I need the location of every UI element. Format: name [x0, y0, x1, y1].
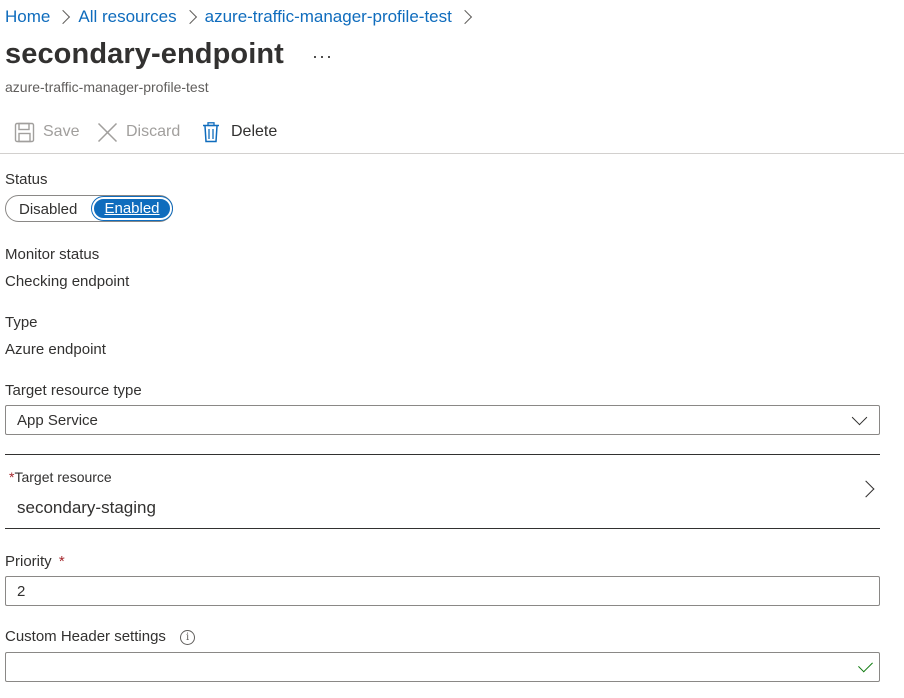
status-label: Status: [5, 171, 48, 188]
target-resource-type-dropdown[interactable]: App Service: [5, 405, 880, 435]
custom-header-input[interactable]: [5, 652, 880, 682]
custom-header-label-row: Custom Header settings i: [5, 628, 196, 646]
status-option-enabled[interactable]: Enabled: [91, 196, 173, 221]
target-resource-label: Target resource: [14, 469, 112, 485]
target-resource-type-label: Target resource type: [5, 382, 142, 399]
target-resource-picker[interactable]: *Target resource secondary-staging: [5, 454, 880, 529]
required-marker: *: [58, 553, 65, 570]
chevron-right-icon: [857, 480, 875, 498]
discard-button[interactable]: Discard: [97, 120, 180, 144]
discard-label: Discard: [126, 123, 181, 140]
chevron-right-icon: [457, 9, 472, 25]
breadcrumb: Home All resources azure-traffic-manager…: [5, 5, 480, 29]
delete-button[interactable]: Delete: [202, 120, 277, 144]
priority-input[interactable]: [5, 576, 880, 606]
close-icon: [97, 122, 118, 142]
type-label: Type: [5, 314, 38, 331]
save-button[interactable]: Save: [14, 120, 79, 144]
custom-header-label: Custom Header settings: [5, 628, 166, 645]
command-bar: Save Discard Delete: [0, 112, 904, 154]
target-resource-value: secondary-staging: [17, 498, 156, 517]
priority-label-row: Priority *: [5, 553, 65, 570]
trash-icon: [203, 121, 219, 142]
page-title: secondary-endpoint: [5, 38, 284, 70]
breadcrumb-home[interactable]: Home: [5, 7, 50, 27]
status-toggle: Disabled Enabled: [5, 195, 173, 222]
save-label: Save: [43, 123, 80, 140]
target-resource-label-row: *Target resource: [9, 469, 112, 485]
chevron-down-icon: [851, 409, 868, 426]
monitor-status-label: Monitor status: [5, 246, 100, 263]
chevron-right-icon: [182, 9, 197, 25]
chevron-right-icon: [56, 9, 71, 25]
target-resource-type-value: App Service: [17, 412, 98, 429]
page-subtitle: azure-traffic-manager-profile-test: [5, 79, 209, 95]
type-value: Azure endpoint: [5, 341, 106, 358]
delete-label: Delete: [231, 123, 278, 140]
status-option-disabled[interactable]: Disabled: [19, 201, 77, 218]
breadcrumb-all-resources[interactable]: All resources: [78, 7, 176, 27]
monitor-status-value: Checking endpoint: [5, 273, 130, 290]
priority-label: Priority: [5, 553, 52, 570]
more-options-button[interactable]: ···: [312, 46, 333, 67]
breadcrumb-profile[interactable]: azure-traffic-manager-profile-test: [205, 7, 452, 27]
info-icon[interactable]: i: [180, 630, 196, 645]
save-icon: [14, 122, 35, 142]
